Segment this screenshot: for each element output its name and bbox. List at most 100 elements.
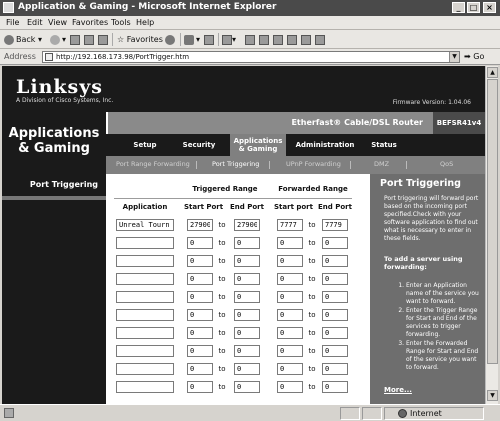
forward-end-port-input[interactable]: [322, 327, 348, 339]
subtab-port-range-forwarding[interactable]: Port Range Forwarding: [116, 160, 190, 168]
trigger-end-port-input[interactable]: [234, 237, 260, 249]
forward-end-port-input[interactable]: [322, 219, 348, 231]
scroll-down-icon[interactable]: ▼: [487, 390, 498, 401]
address-input[interactable]: http://192.168.173.98/PortTrigger.htm ▼: [42, 51, 460, 63]
trigger-start-port-input[interactable]: [187, 345, 213, 357]
go-button[interactable]: ➡ Go: [464, 52, 484, 61]
forward-start-port-input[interactable]: [277, 309, 303, 321]
forward-start-port-input[interactable]: [277, 273, 303, 285]
trigger-start-port-input[interactable]: [187, 273, 213, 285]
subtab-upnp-forwarding[interactable]: UPnP Forwarding: [286, 160, 341, 168]
toolbar-extra-button[interactable]: [287, 33, 297, 46]
trigger-start-port-input[interactable]: [187, 363, 213, 375]
trigger-end-port-input[interactable]: [234, 381, 260, 393]
tab-setup[interactable]: Setup: [120, 134, 170, 156]
forward-start-port-input[interactable]: [277, 327, 303, 339]
chevron-down-icon[interactable]: ▼: [449, 52, 459, 62]
subtab-port-triggering[interactable]: Port Triggering: [212, 160, 259, 168]
home-button[interactable]: [98, 33, 108, 46]
forward-end-port-input[interactable]: [322, 237, 348, 249]
print-button[interactable]: [204, 33, 214, 46]
refresh-button[interactable]: [84, 33, 94, 46]
application-name-input[interactable]: [116, 363, 174, 375]
back-button[interactable]: Back ▾: [4, 33, 42, 46]
toolbar: Back ▾ ▾ ☆ Favorites ▾ ▾: [0, 30, 500, 49]
application-name-input[interactable]: [116, 381, 174, 393]
trigger-end-port-input[interactable]: [234, 219, 260, 231]
menu-file[interactable]: File: [6, 18, 19, 27]
menu-tools[interactable]: Tools: [111, 18, 131, 27]
maximize-button[interactable]: □: [467, 2, 480, 13]
toolbar-extra-button[interactable]: [315, 33, 325, 46]
toolbar-extra-button[interactable]: [301, 33, 311, 46]
trigger-start-port-input[interactable]: [187, 309, 213, 321]
tab-applications-gaming[interactable]: Applications & Gaming: [230, 134, 286, 156]
trigger-end-port-input[interactable]: [234, 327, 260, 339]
application-name-input[interactable]: [116, 255, 174, 267]
trigger-start-port-input[interactable]: [187, 381, 213, 393]
vertical-scrollbar[interactable]: ▲ ▼: [485, 66, 498, 404]
menu-help[interactable]: Help: [136, 18, 154, 27]
mail-button[interactable]: ▾: [184, 33, 200, 46]
application-name-input[interactable]: [116, 291, 174, 303]
messenger-button[interactable]: [273, 33, 283, 46]
application-name-input[interactable]: [116, 219, 174, 231]
minimize-button[interactable]: _: [452, 2, 465, 13]
close-button[interactable]: ×: [483, 2, 496, 13]
forward-start-port-input[interactable]: [277, 345, 303, 357]
forward-start-port-input[interactable]: [277, 237, 303, 249]
to-label: to: [218, 257, 226, 265]
left-nav-port-triggering: Port Triggering: [29, 180, 98, 189]
trigger-end-port-input[interactable]: [234, 273, 260, 285]
application-name-input[interactable]: [116, 237, 174, 249]
application-name-input[interactable]: [116, 345, 174, 357]
scroll-thumb[interactable]: [487, 79, 498, 364]
menu-view[interactable]: View: [48, 18, 67, 27]
scroll-up-icon[interactable]: ▲: [487, 67, 498, 78]
application-name-input[interactable]: [116, 273, 174, 285]
forward-button[interactable]: ▾: [50, 33, 66, 46]
edit-button[interactable]: ▾: [222, 33, 236, 46]
menu-favorites[interactable]: Favorites: [72, 18, 108, 27]
trigger-start-port-input[interactable]: [187, 255, 213, 267]
favorites-button[interactable]: ☆ Favorites: [117, 33, 163, 46]
subtab-qos[interactable]: QoS: [440, 160, 453, 168]
forward-end-port-input[interactable]: [322, 363, 348, 375]
forward-start-port-input[interactable]: [277, 255, 303, 267]
forward-end-port-input[interactable]: [322, 273, 348, 285]
stop-button[interactable]: [70, 33, 80, 46]
tab-status[interactable]: Status: [364, 134, 404, 156]
forward-end-port-input[interactable]: [322, 309, 348, 321]
trigger-end-port-input[interactable]: [234, 363, 260, 375]
application-name-input[interactable]: [116, 309, 174, 321]
to-label: to: [308, 365, 316, 373]
history-button[interactable]: [165, 33, 177, 46]
trigger-end-port-input[interactable]: [234, 291, 260, 303]
tab-administration[interactable]: Administration: [292, 134, 358, 156]
forward-end-port-input[interactable]: [322, 291, 348, 303]
tab-security[interactable]: Security: [176, 134, 222, 156]
trigger-start-port-input[interactable]: [187, 291, 213, 303]
discuss-button[interactable]: [245, 33, 255, 46]
research-button[interactable]: [259, 33, 269, 46]
trigger-end-port-input[interactable]: [234, 309, 260, 321]
forward-start-port-input[interactable]: [277, 381, 303, 393]
forward-start-port-input[interactable]: [277, 219, 303, 231]
more-link[interactable]: More...: [384, 386, 412, 394]
trigger-end-port-input[interactable]: [234, 345, 260, 357]
mail-icon: [184, 34, 194, 45]
application-name-input[interactable]: [116, 327, 174, 339]
subtab-dmz[interactable]: DMZ: [374, 160, 389, 168]
forward-end-port-input[interactable]: [322, 255, 348, 267]
trigger-start-port-input[interactable]: [187, 237, 213, 249]
forward-end-port-input[interactable]: [322, 381, 348, 393]
menu-bar: File Edit View Favorites Tools Help: [0, 16, 500, 30]
forward-start-port-input[interactable]: [277, 363, 303, 375]
forward-start-port-input[interactable]: [277, 291, 303, 303]
forward-end-port-input[interactable]: [322, 345, 348, 357]
trigger-end-port-input[interactable]: [234, 255, 260, 267]
messenger-icon: [273, 34, 283, 45]
trigger-start-port-input[interactable]: [187, 219, 213, 231]
menu-edit[interactable]: Edit: [27, 18, 43, 27]
trigger-start-port-input[interactable]: [187, 327, 213, 339]
